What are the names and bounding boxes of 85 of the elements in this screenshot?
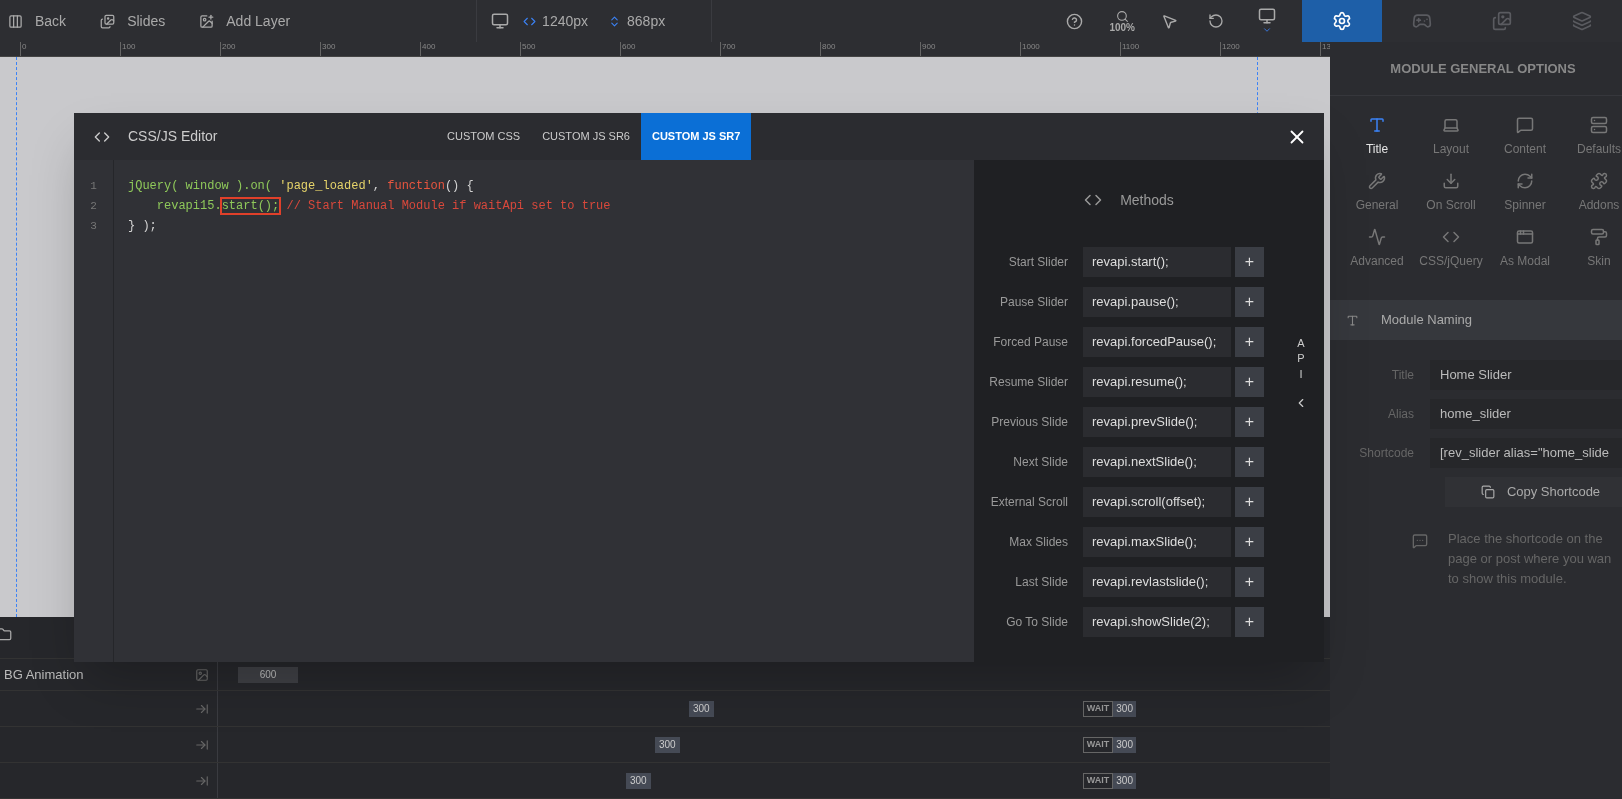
method-code: revapi.pause(); [1083, 287, 1231, 317]
method-label: Pause Slider [998, 294, 1069, 311]
method-label: External Scroll [989, 494, 1069, 511]
field-label: Shortcode [1358, 445, 1415, 462]
ruler-label: 1100 [1122, 42, 1140, 52]
toolbar-button[interactable]: Add Layer [191, 6, 299, 36]
text-field[interactable]: home_slider [1430, 399, 1622, 429]
text-field[interactable]: Home Slider [1430, 360, 1622, 390]
wait-value: 300 [1113, 700, 1136, 717]
timeline-bar: 300 [689, 700, 714, 717]
insert-button[interactable]: + [1235, 487, 1264, 517]
method-code: revapi.resume(); [1083, 367, 1231, 397]
wait-value: 300 [1113, 772, 1136, 789]
field-label: Title [1390, 367, 1415, 384]
ruler-label: 13 [1322, 42, 1330, 52]
ruler-label: 900 [922, 42, 936, 52]
info-text: Place the shortcode on the page or post where you wan to show this module. [1448, 530, 1612, 588]
width-value: 1240px [542, 11, 589, 31]
option-button[interactable]: Title [1340, 116, 1414, 158]
method-label: Next Slide [1012, 454, 1069, 471]
method-code: revapi.showSlide(2); [1083, 607, 1231, 637]
method-code: revapi.scroll(offset); [1083, 487, 1231, 517]
insert-button[interactable]: + [1235, 247, 1264, 277]
timeline-bar: 300 [655, 736, 680, 753]
method-label: Go To Slide [1005, 614, 1069, 631]
method-label: Start Slider [1007, 254, 1069, 271]
code-line: jQuery( window ).on( 'page_loaded', function() { [128, 178, 475, 195]
insert-button[interactable]: + [1235, 607, 1264, 637]
toolbar-button[interactable]: Back [0, 6, 75, 36]
method-code: revapi.revlastslide(); [1083, 567, 1231, 597]
insert-button[interactable]: + [1235, 567, 1264, 597]
method-label: Resume Slider [988, 374, 1069, 391]
ruler-label: 800 [822, 42, 836, 52]
ruler-label: 100 [122, 42, 136, 52]
ruler-label: 500 [522, 42, 536, 52]
text-field[interactable]: [rev_slider alias="home_slide [1430, 438, 1622, 468]
code-line: revapi15.start(); // Start Manual Module if waitApi set to true [155, 198, 611, 215]
method-code: revapi.start(); [1083, 247, 1231, 277]
toolbar-button[interactable]: Slides [92, 6, 174, 36]
section-title: Module Naming [1381, 311, 1473, 330]
ruler-label: 400 [422, 42, 436, 52]
field-label: Alias [1387, 406, 1415, 423]
insert-button[interactable]: + [1235, 527, 1264, 557]
method-code: revapi.nextSlide(); [1083, 447, 1231, 477]
layer-label: BG Animation [4, 665, 84, 684]
editor-tab[interactable]: CUSTOM JS SR6 [531, 113, 641, 160]
wait-tag: WAIT [1082, 772, 1114, 789]
insert-button[interactable]: + [1235, 447, 1264, 477]
ruler-label: 1000 [1022, 42, 1040, 52]
code-line: } ); [128, 218, 158, 235]
method-code: revapi.maxSlide(); [1083, 527, 1231, 557]
copy-shortcode-button[interactable]: Copy Shortcode [1445, 477, 1622, 507]
insert-button[interactable]: + [1235, 367, 1264, 397]
dialog-title: CSS/JS Editor [128, 127, 219, 146]
line-number: 2 [90, 199, 97, 214]
line-number: 3 [90, 219, 97, 234]
method-label: Forced Pause [992, 334, 1069, 351]
insert-button[interactable]: + [1235, 327, 1264, 357]
line-number: 1 [90, 179, 97, 194]
zoom-button[interactable]: 100% [1109, 9, 1135, 33]
method-label: Previous Slide [990, 414, 1069, 431]
ruler-label: 1200 [1222, 42, 1240, 52]
method-label: Max Slides [1008, 534, 1069, 551]
wait-tag: WAIT [1082, 736, 1114, 753]
timeline-bar: 600 [238, 666, 298, 683]
editor-tab[interactable]: CUSTOM JS SR7 [640, 113, 752, 160]
ruler-label: 600 [622, 42, 636, 52]
ruler-label: 700 [722, 42, 736, 52]
ruler-label: 0 [22, 42, 27, 52]
panel-title: MODULE GENERAL OPTIONS [1390, 59, 1576, 78]
ruler-label: 200 [222, 42, 236, 52]
method-code: revapi.forcedPause(); [1083, 327, 1231, 357]
wait-tag: WAIT [1082, 700, 1114, 717]
insert-button[interactable]: + [1235, 287, 1264, 317]
editor-tab[interactable]: CUSTOM CSS [436, 113, 532, 160]
wait-value: 300 [1113, 736, 1136, 753]
insert-button[interactable]: + [1235, 407, 1264, 437]
method-code: revapi.prevSlide(); [1083, 407, 1231, 437]
timeline-bar: 300 [626, 772, 651, 789]
api-label[interactable]: API [1297, 336, 1305, 383]
code-editor[interactable]: 1 2 3 jQuery( window ).on( 'page_loaded', function() { revapi15.start(); // Start Manual Module if waitApi set to true } ); [74, 160, 974, 662]
height-value: 868px [627, 11, 666, 31]
ruler-label: 300 [322, 42, 336, 52]
methods-title: Methods [1120, 190, 1174, 210]
method-label: Last Slide [1014, 574, 1069, 591]
